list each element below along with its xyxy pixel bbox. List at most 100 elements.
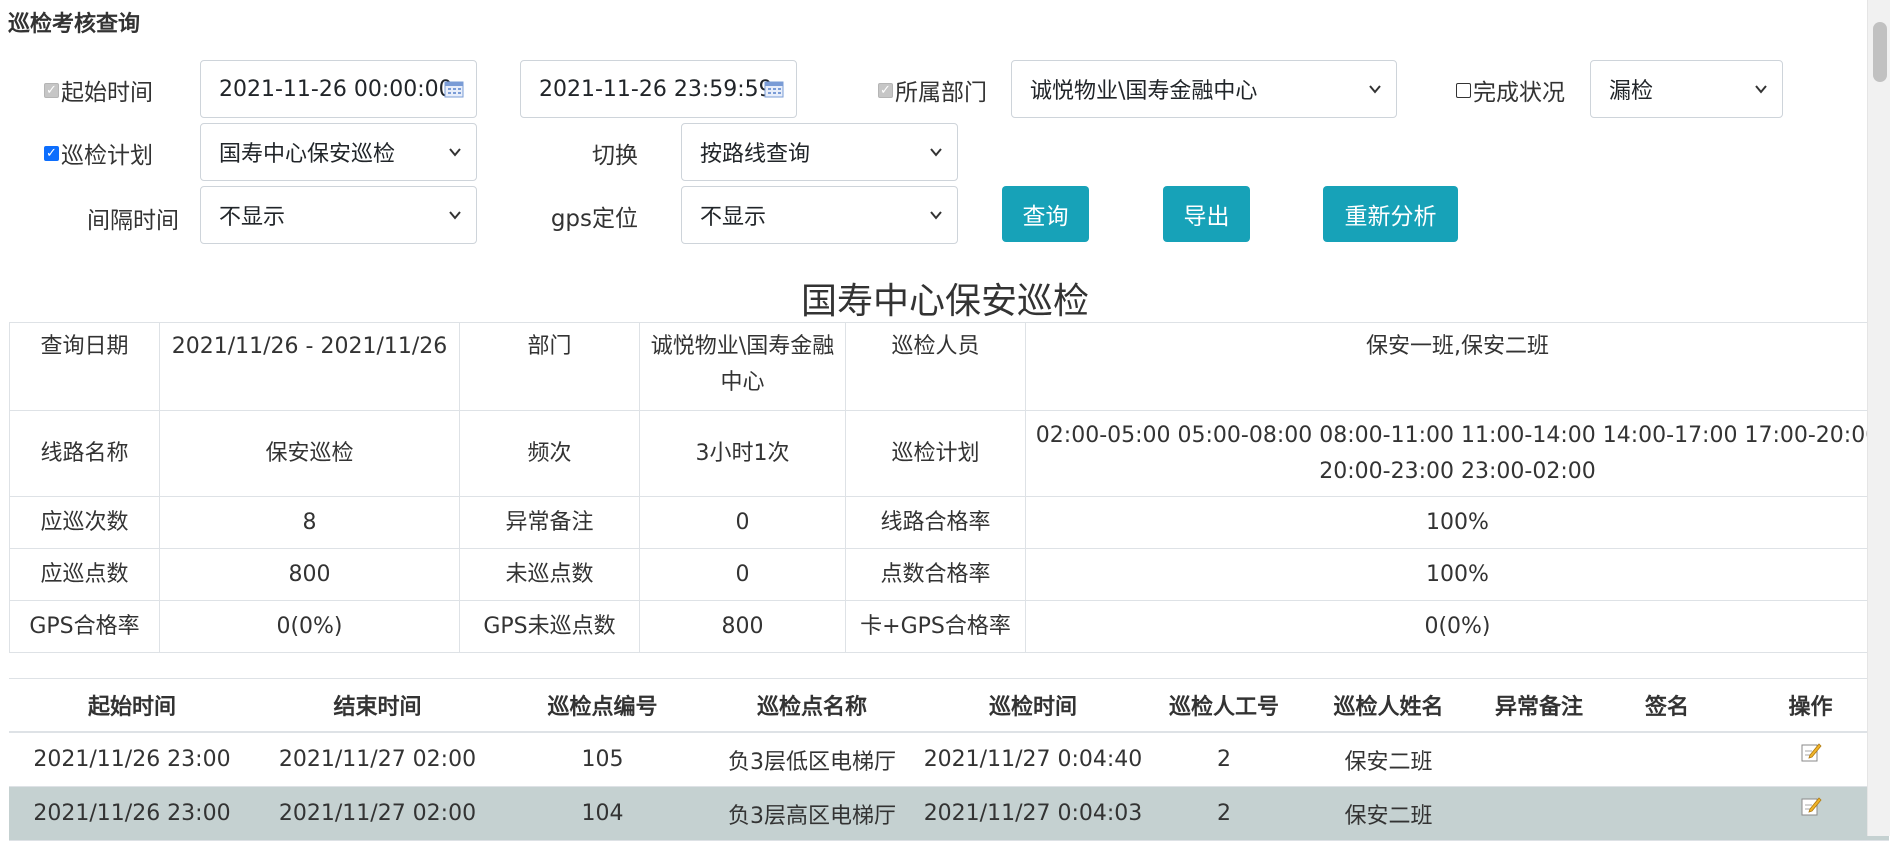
switch-select[interactable]: 按路线查询 [681,123,958,181]
records-table: 起始时间 结束时间 巡检点编号 巡检点名称 巡检时间 巡检人工号 巡检人姓名 异… [9,678,1889,841]
plan-checkbox[interactable]: ✓ [44,145,59,161]
expected-count-value: 8 [159,496,460,549]
chevron-down-icon [930,148,942,157]
route-rate-label: 线路合格率 [845,496,1026,549]
gps-label: gps定位 [550,206,638,232]
cell-start-time: 2021/11/26 23:00 [9,786,255,841]
expected-count-label: 应巡次数 [9,496,160,549]
switch-label: 切换 [592,143,638,169]
chevron-down-icon [1369,85,1381,94]
plan-line-2: 20:00-23:00 23:00-02:00 [1319,458,1596,484]
start-time-checkbox[interactable]: ✓ [44,82,59,98]
export-button[interactable]: 导出 [1163,186,1250,242]
staff-label: 巡检人员 [845,322,1026,411]
query-date-value: 2021/11/26 - 2021/11/26 [159,322,460,411]
department-checkbox[interactable]: ✓ [878,82,893,98]
missed-points-label: 未巡点数 [459,548,640,601]
missed-points-value: 0 [639,548,846,601]
completion-label: ✓ 完成状况 [1456,72,1565,108]
gps-missed-label: GPS未巡点数 [459,600,640,653]
cell-action [1732,732,1889,787]
col-point-name: 巡检点名称 [705,678,919,733]
plan-label: ✓ 巡检计划 [44,135,153,171]
cell-staff-name: 保安二班 [1301,732,1476,787]
card-gps-rate-value: 0(0%) [1025,600,1890,653]
cell-staff-id: 2 [1147,786,1301,841]
department-select[interactable]: 诚悦物业\国寿金融中心 [1011,60,1397,118]
freq-value: 3小时1次 [639,410,846,497]
page-title: 巡检考核查询 [8,12,141,37]
cell-staff-id: 2 [1147,732,1301,787]
plan-select[interactable]: 国寿中心保安巡检 [200,123,477,181]
plan-value: 02:00-05:00 05:00-08:00 08:00-11:00 11:0… [1025,410,1890,497]
expected-points-label: 应巡点数 [9,548,160,601]
vertical-scrollbar[interactable] [1867,0,1890,836]
report-title: 国寿中心保安巡检 [800,281,1089,322]
cell-inspect-time: 2021/11/27 0:04:03 [919,786,1147,841]
cell-signature [1602,786,1732,841]
plan-label-cell: 巡检计划 [845,410,1026,497]
expected-points-value: 800 [159,548,460,601]
dept-value: 诚悦物业\国寿金融中心 [639,322,846,411]
cell-inspect-time: 2021/11/27 0:04:40 [919,732,1147,787]
summary-table: 查询日期 2021/11/26 - 2021/11/26 部门 诚悦物业\国寿金… [9,322,1890,653]
staff-value: 保安一班,保安二班 [1025,322,1890,411]
scrollbar-thumb[interactable] [1873,22,1887,82]
cell-point-name: 负3层低区电梯厅 [705,732,919,787]
cell-abnormal [1476,732,1602,787]
route-rate-value: 100% [1025,496,1890,549]
card-gps-rate-label: 卡+GPS合格率 [845,600,1026,653]
cell-start-time: 2021/11/26 23:00 [9,732,255,787]
chevron-down-icon [930,211,942,220]
cell-point-code: 104 [500,786,705,841]
query-date-label: 查询日期 [9,322,160,411]
start-time-input[interactable]: 2021-11-26 00:00:00 [200,60,477,118]
interval-select[interactable]: 不显示 [200,186,477,244]
plan-line-1: 02:00-05:00 05:00-08:00 08:00-11:00 11:0… [1035,422,1880,448]
col-action: 操作 [1732,678,1889,733]
freq-label: 频次 [459,410,640,497]
col-inspect-time: 巡检时间 [919,678,1147,733]
department-label: ✓ 所属部门 [878,72,987,108]
cell-point-name: 负3层高区电梯厅 [705,786,919,841]
points-rate-value: 100% [1025,548,1890,601]
edit-icon[interactable] [1800,795,1822,817]
end-time-input[interactable]: 2021-11-26 23:59:59 [520,60,797,118]
gps-missed-value: 800 [639,600,846,653]
cell-abnormal [1476,786,1602,841]
col-signature: 签名 [1602,678,1732,733]
gps-rate-label: GPS合格率 [9,600,160,653]
col-staff-name: 巡检人姓名 [1301,678,1476,733]
chevron-down-icon [449,211,461,220]
cell-end-time: 2021/11/27 02:00 [255,786,500,841]
cell-action [1732,786,1889,841]
calendar-icon[interactable] [764,80,784,98]
table-row[interactable]: 2021/11/26 23:00 2021/11/27 02:00 105 负3… [9,732,1889,787]
completion-select[interactable]: 漏检 [1590,60,1783,118]
col-end-time: 结束时间 [255,678,500,733]
interval-label: 间隔时间 [87,208,179,234]
reanalyze-button[interactable]: 重新分析 [1323,186,1458,242]
gps-rate-value: 0(0%) [159,600,460,653]
table-row[interactable]: 2021/11/26 23:00 2021/11/27 02:00 104 负3… [9,786,1889,841]
abnormal-label: 异常备注 [459,496,640,549]
cell-point-code: 105 [500,732,705,787]
dept-label: 部门 [459,322,640,411]
cell-end-time: 2021/11/27 02:00 [255,732,500,787]
col-staff-id: 巡检人工号 [1147,678,1301,733]
calendar-icon[interactable] [444,80,464,98]
col-start-time: 起始时间 [9,678,255,733]
edit-icon[interactable] [1800,741,1822,763]
chevron-down-icon [449,148,461,157]
route-value: 保安巡检 [159,410,460,497]
gps-select[interactable]: 不显示 [681,186,958,244]
start-time-label: ✓ 起始时间 [44,72,153,108]
col-abnormal: 异常备注 [1476,678,1602,733]
chevron-down-icon [1755,85,1767,94]
query-button[interactable]: 查询 [1002,186,1089,242]
points-rate-label: 点数合格率 [845,548,1026,601]
route-label: 线路名称 [9,410,160,497]
cell-staff-name: 保安二班 [1301,786,1476,841]
completion-checkbox[interactable]: ✓ [1456,82,1471,98]
col-point-code: 巡检点编号 [500,678,705,733]
